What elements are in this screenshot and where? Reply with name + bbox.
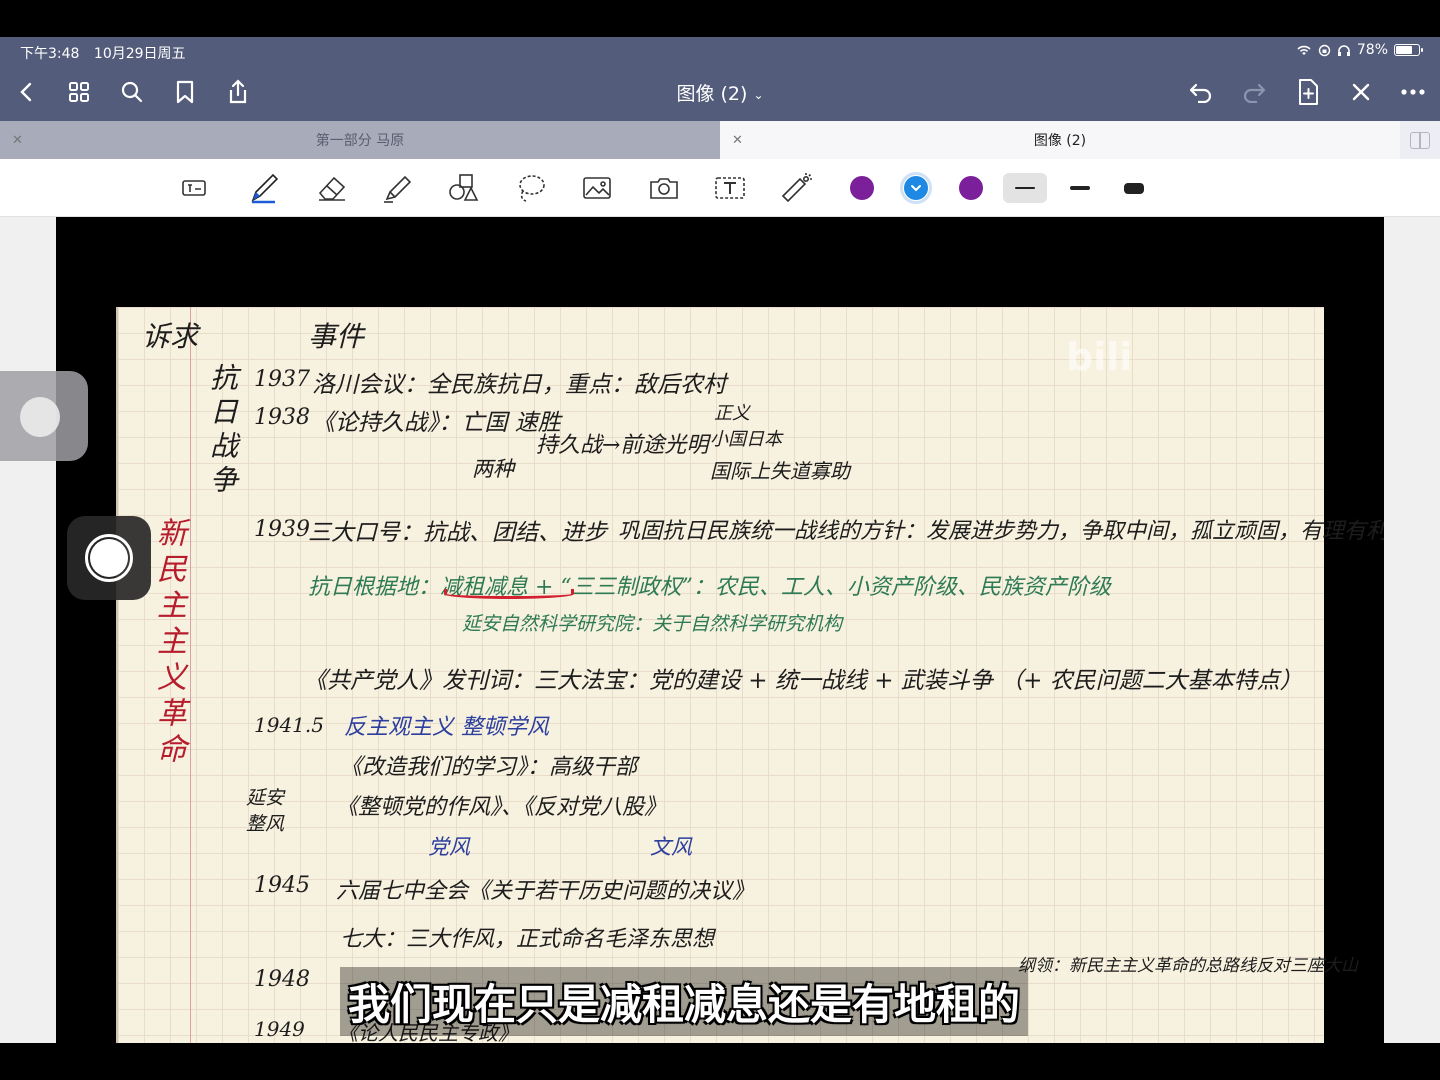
tool-bar: ᛒ [0, 159, 1440, 217]
thickness-thick-bar [1124, 182, 1144, 194]
status-left: 下午3:48 10月29日周五 [20, 43, 196, 63]
note-line: 持久战→前途光明 [536, 433, 709, 458]
note-page[interactable]: 诉求 事件 抗日战争 新民主主义革命 1937 洛川会议：全民族抗日，重点：敌后… [56, 217, 1384, 1043]
header-right: 事件 [308, 320, 365, 353]
text-icon[interactable] [710, 169, 750, 207]
lasso-icon[interactable] [511, 169, 551, 207]
note-line: 《整顿党的作风》、《反对党八股》 [336, 795, 667, 820]
thickness-thick[interactable] [1112, 173, 1156, 203]
record-dot-icon [90, 539, 128, 577]
vertical-revolution-label: 新民主主义革命 [151, 517, 186, 769]
chevron-down-icon: ⌄ [753, 87, 764, 102]
margin-line [190, 307, 191, 1043]
redo-icon[interactable] [1239, 77, 1269, 107]
note-line: 《改造我们的学习》：高级干部 [340, 755, 638, 780]
nav-bar: 图像 (2) ⌄ [0, 65, 1440, 121]
thickness-medium[interactable] [1058, 173, 1102, 203]
note-line: 纲领：新民主主义革命的总路线反对三座大山 [1018, 956, 1358, 976]
bottom-letterbox [0, 1043, 1440, 1080]
undo-icon[interactable] [1186, 77, 1216, 107]
year-1937: 1937 [254, 367, 310, 392]
year-yanan: 延安整风 [246, 787, 285, 835]
color-swatch-blue[interactable] [900, 172, 932, 204]
note-line-blue: 党风 [428, 835, 470, 859]
year-1938: 1938 [254, 405, 310, 430]
note-line: 正义 [714, 403, 750, 424]
note-line: 巩固抗日民族统一战线的方针：发展进步势力，争取中间，孤立顽固，有理有利有节 [618, 519, 1384, 544]
year-1939: 1939 [254, 517, 310, 542]
year-1941: 1941.5 [254, 713, 324, 737]
note-line: 《论持久战》：亡国 速胜 [312, 410, 561, 436]
red-underline [444, 589, 574, 599]
grid-paper: 诉求 事件 抗日战争 新民主主义革命 1937 洛川会议：全民族抗日，重点：敌后… [116, 307, 1384, 1043]
video-subtitle: 我们现在只是减租减息还是有地租的 [340, 967, 1029, 1036]
wifi-icon [1297, 45, 1311, 55]
note-line: 六届七中全会《关于若干历史问题的决议》 [336, 879, 755, 904]
note-line: 七大：三大作风，正式命名毛泽东思想 [340, 927, 715, 952]
note-line-green: 延安自然科学研究院：关于自然科学研究机构 [462, 613, 843, 635]
note-line: 两种 [472, 457, 514, 481]
document-title[interactable]: 图像 (2) ⌄ [0, 79, 1440, 106]
battery-icon [1394, 44, 1423, 56]
tab-close-icon[interactable]: ✕ [12, 133, 23, 148]
more-icon[interactable] [1398, 77, 1428, 107]
add-page-icon[interactable] [1293, 77, 1323, 107]
color-swatch-purple[interactable] [850, 176, 874, 200]
note-line-blue: 反主观主义 整顿学风 [344, 715, 549, 740]
note-line: 洛川会议：全民族抗日，重点：敌后农村 [312, 372, 726, 398]
note-line: 三大口号：抗战、团结、进步 [308, 520, 607, 546]
note-line: 小国日本 [710, 429, 782, 450]
thickness-thin-bar [1015, 187, 1035, 189]
thickness-thin[interactable] [1003, 173, 1047, 203]
color-swatch-purple-2[interactable] [959, 176, 983, 200]
tab-close-icon[interactable]: ✕ [732, 133, 743, 148]
tab-active[interactable]: ✕ 图像 (2) [720, 121, 1400, 159]
shape-tool-icon[interactable] [174, 169, 214, 207]
close-icon[interactable] [1346, 77, 1376, 107]
headphones-icon [1337, 45, 1350, 56]
assistive-touch-dot [20, 397, 60, 437]
thickness-medium-bar [1070, 186, 1090, 190]
highlighter-icon[interactable] [378, 169, 418, 207]
note-line: 《共产党人》发刊词：三大法宝：党的建设 + 统一战线 + 武装斗争 （+ 农民问… [304, 668, 1303, 694]
status-time: 下午3:48 [20, 46, 80, 62]
top-letterbox [0, 0, 1440, 37]
year-1945: 1945 [254, 873, 310, 898]
image-icon[interactable] [577, 169, 617, 207]
note-line-blue: 文风 [650, 835, 692, 859]
status-date: 10月29日周五 [93, 46, 186, 62]
year-1949: 1949 [254, 1017, 305, 1041]
note-line-green: 抗日根据地：减租减息 + “三三制政权”：农民、工人、小资产阶级、民族资产阶级 [308, 575, 1111, 600]
assistive-touch-button[interactable] [0, 371, 88, 461]
status-bar: 下午3:48 10月29日周五 78% [0, 37, 1440, 65]
battery-fill [1396, 46, 1413, 54]
tab-label: 第一部分 马原 [315, 133, 405, 149]
note-line: 国际上失道寡助 [710, 459, 850, 483]
vertical-war-label: 抗日战争 [206, 363, 239, 499]
lock-rotation-icon [1318, 44, 1331, 56]
camera-icon[interactable] [644, 169, 684, 207]
eraser-icon[interactable] [312, 169, 352, 207]
header-left: 诉求 [142, 320, 199, 353]
tab-inactive[interactable]: ✕ 第一部分 马原 [0, 121, 720, 159]
shapes-icon[interactable] [444, 169, 484, 207]
split-view-icon[interactable] [1410, 132, 1430, 149]
laser-pointer-icon[interactable] [776, 169, 816, 207]
chevron-down-icon [911, 185, 921, 192]
document-title-label: 图像 (2) [676, 83, 748, 105]
bilibili-watermark: bili [1066, 335, 1133, 379]
pen-icon[interactable]: ᛒ [244, 169, 284, 207]
screen-record-button[interactable] [67, 516, 151, 600]
battery-percent: 78% [1356, 42, 1388, 58]
tab-bar: ✕ 第一部分 马原 ✕ 图像 (2) [0, 121, 1440, 159]
year-1948: 1948 [254, 967, 310, 992]
status-right: 78% [1296, 42, 1423, 58]
tab-label: 图像 (2) [1033, 133, 1087, 149]
